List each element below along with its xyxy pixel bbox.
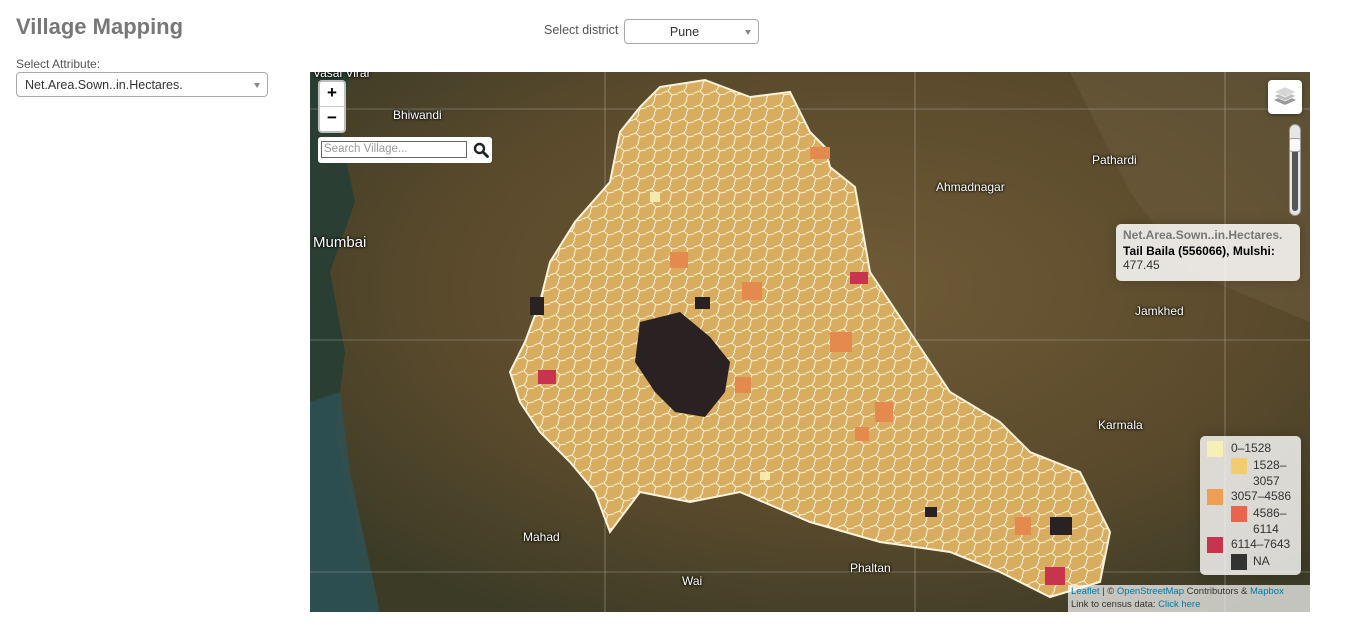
census-link[interactable]: Click here (1158, 599, 1200, 610)
page-title: Village Mapping (16, 14, 184, 39)
search-icon[interactable] (473, 142, 489, 158)
legend-label: 1528–3057 (1253, 458, 1287, 488)
zoom-in-button[interactable]: + (320, 82, 344, 106)
district-select-value: Pune (669, 25, 700, 39)
legend-label: 3057–4586 (1231, 489, 1292, 503)
legend-label: NA (1253, 554, 1270, 568)
chevron-down-icon (745, 29, 751, 35)
place-label: Jamkhed (1135, 304, 1184, 318)
attribute-select[interactable]: Net.Area.Sown..in.Hectares. (16, 72, 268, 97)
attribute-select-value: Net.Area.Sown..in.Hectares. (25, 78, 183, 92)
map-container[interactable]: Vasai Virar Bhiwandi Mumbai Ahmadnagar P… (310, 72, 1310, 612)
village-search: Search Village... (318, 137, 492, 163)
place-label: Wai (682, 574, 703, 588)
attribution-sep: | © (1102, 586, 1115, 597)
attribution-contrib: Contributors & (1186, 586, 1248, 597)
place-label: Karmala (1098, 418, 1143, 432)
layers-button[interactable] (1268, 80, 1302, 114)
map-legend: 0–1528 1528–3057 3057–4586 4586–6114 611… (1200, 436, 1301, 575)
opacity-slider[interactable] (1289, 124, 1301, 216)
legend-label: 4586–6114 (1253, 506, 1287, 536)
layers-icon (1273, 86, 1297, 105)
map-attribution: Leaflet | © OpenStreetMap Contributors &… (1068, 585, 1310, 612)
info-title: Net.Area.Sown..in.Hectares. (1123, 228, 1283, 242)
village-info-box: Net.Area.Sown..in.Hectares. Tail Baila (… (1116, 224, 1300, 281)
district-select[interactable]: Pune (624, 19, 759, 44)
search-input[interactable]: Search Village... (321, 141, 467, 158)
district-label: Select district (544, 23, 619, 37)
legend-swatch (1231, 458, 1247, 474)
place-label: Bhiwandi (393, 108, 442, 122)
legend-swatch (1207, 489, 1223, 505)
place-label: Ahmadnagar (936, 180, 1005, 194)
opacity-slider-fill (1292, 149, 1298, 211)
chevron-down-icon (254, 82, 260, 88)
place-label: Pathardi (1092, 153, 1137, 167)
legend-swatch (1231, 506, 1247, 522)
place-label: Mumbai (313, 234, 367, 251)
legend-label: 6114–7643 (1231, 537, 1291, 551)
zoom-out-button[interactable]: − (320, 106, 344, 131)
opacity-slider-handle[interactable] (1289, 138, 1301, 152)
info-value: 477.45 (1123, 258, 1160, 272)
place-label: Vasai Virar (313, 72, 371, 80)
mapbox-link[interactable]: Mapbox (1250, 586, 1284, 597)
attribute-label: Select Attribute: (16, 57, 101, 71)
osm-link[interactable]: OpenStreetMap (1117, 586, 1184, 597)
zoom-control: + − (318, 80, 346, 133)
legend-swatch (1207, 441, 1223, 457)
legend-swatch (1231, 554, 1247, 570)
legend-label: 0–1528 (1231, 441, 1272, 455)
legend-swatch (1207, 537, 1223, 553)
census-link-text: Link to census data: (1071, 599, 1156, 610)
place-label: Mahad (523, 530, 560, 544)
info-village-name: Tail Baila (556066), Mulshi: (1123, 244, 1275, 258)
place-label: Phaltan (850, 561, 891, 575)
leaflet-link[interactable]: Leaflet (1071, 586, 1100, 597)
